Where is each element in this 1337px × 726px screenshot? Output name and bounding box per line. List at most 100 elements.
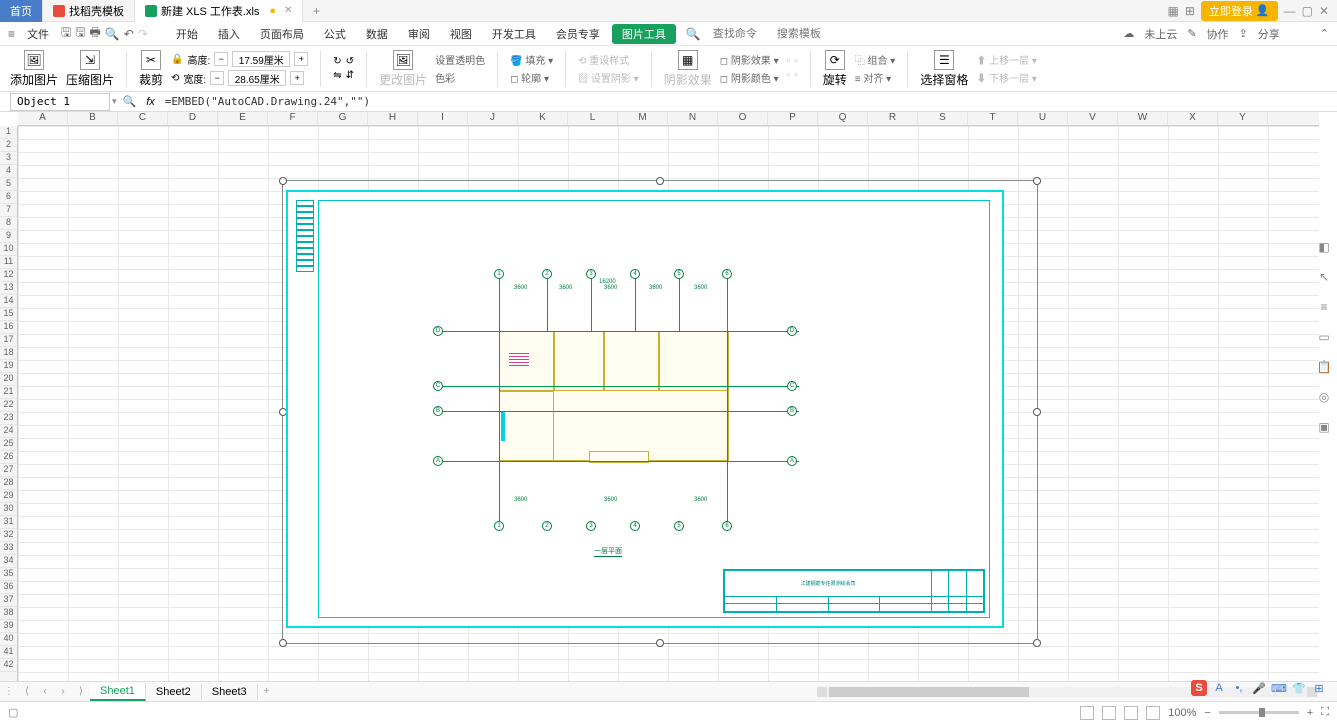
home-tab[interactable]: 首页 (0, 0, 43, 22)
close-tab-icon[interactable]: ✕ (284, 5, 292, 16)
col-header[interactable]: J (468, 112, 518, 125)
row-header[interactable]: 17 (0, 334, 17, 347)
print-icon[interactable]: 🖶 (89, 23, 100, 44)
status-icon[interactable]: ▢ (8, 706, 18, 719)
row-header[interactable]: 11 (0, 256, 17, 269)
ime-toolbar[interactable]: S A •, 🎤 ⌨ 👕 ⊞ (1191, 680, 1327, 696)
row-header[interactable]: 14 (0, 295, 17, 308)
zoom-thumb[interactable] (1259, 708, 1265, 717)
col-header[interactable]: C (118, 112, 168, 125)
menu-review[interactable]: 审阅 (400, 24, 438, 44)
scroll-thumb[interactable] (829, 687, 1029, 697)
col-header[interactable]: O (718, 112, 768, 125)
cad-drawing-object[interactable]: 1 2 3 4 5 6 1 2 3 4 5 6 D C B A D C B (286, 190, 1004, 628)
col-header[interactable]: E (218, 112, 268, 125)
reset-style-button[interactable]: ⟲ 重设样式 (578, 52, 639, 67)
view-read-icon[interactable] (1146, 706, 1160, 720)
zoom-slider[interactable] (1219, 711, 1299, 714)
col-header[interactable]: V (1068, 112, 1118, 125)
nudge-down-icon[interactable]: ▫ (794, 70, 798, 81)
maximize-icon[interactable]: ▢ (1302, 4, 1313, 18)
redo-icon[interactable]: ↷ (138, 27, 148, 41)
apps-icon[interactable]: ⊞ (1185, 4, 1195, 18)
row-header[interactable]: 27 (0, 464, 17, 477)
resize-se-handle[interactable] (1033, 639, 1041, 647)
zoom-in-icon[interactable]: + (1307, 707, 1313, 719)
add-image-button[interactable]: 🖼 添加图片 (10, 50, 58, 88)
combine-button[interactable]: ⿻ 组合 ▾ (855, 52, 896, 67)
row-header[interactable]: 8 (0, 217, 17, 230)
row-header[interactable]: 9 (0, 230, 17, 243)
row-header[interactable]: 23 (0, 412, 17, 425)
selection-pane-button[interactable]: ☰ 选择窗格 (920, 50, 968, 88)
col-header[interactable]: R (868, 112, 918, 125)
col-header[interactable]: L (568, 112, 618, 125)
col-header[interactable]: S (918, 112, 968, 125)
col-header[interactable]: D (168, 112, 218, 125)
menu-pictools[interactable]: 图片工具 (612, 24, 676, 44)
row-header[interactable]: 12 (0, 269, 17, 282)
undo-icon[interactable]: ↶ (124, 27, 134, 41)
row-header[interactable]: 26 (0, 451, 17, 464)
row-header[interactable]: 5 (0, 178, 17, 191)
cloud-icon[interactable]: ☁ (1123, 27, 1134, 40)
set-shadow-button[interactable]: ▨ 设置阴影 ▾ (578, 70, 639, 85)
row-header[interactable]: 4 (0, 165, 17, 178)
add-sheet-button[interactable]: + (258, 686, 276, 697)
namebox-dropdown-icon[interactable]: ▾ (112, 96, 117, 107)
transparency-button[interactable]: 设置透明色 (435, 52, 485, 67)
clipboard-panel-icon[interactable]: 📋 (1315, 358, 1333, 376)
shadow-color-button[interactable]: ◻ 阴影颜色 ▾ (720, 70, 779, 85)
lock-ratio-icon[interactable]: 🔒 (171, 54, 183, 65)
row-header[interactable]: 25 (0, 438, 17, 451)
save-icon[interactable]: 🖫 (61, 23, 71, 44)
height-dec[interactable]: − (214, 52, 228, 66)
col-header[interactable]: B (68, 112, 118, 125)
width-inc[interactable]: + (290, 71, 304, 85)
row-header[interactable]: 30 (0, 503, 17, 516)
menu-data[interactable]: 数据 (358, 24, 396, 44)
compress-button[interactable]: ⇲ 压缩图片 (66, 50, 114, 88)
outline-button[interactable]: ◻ 轮廓 ▾ (510, 70, 553, 85)
row-header[interactable]: 35 (0, 568, 17, 581)
search-icon[interactable]: 🔍 (686, 27, 701, 41)
row-header[interactable]: 15 (0, 308, 17, 321)
nudge-right-icon[interactable]: ▫ (794, 56, 798, 67)
rotate-cw-icon[interactable]: ↻ (333, 56, 341, 67)
col-header[interactable]: T (968, 112, 1018, 125)
rotate-ccw-icon[interactable]: ↺ (346, 56, 354, 67)
ime-lang-icon[interactable]: A (1211, 680, 1227, 696)
align-button[interactable]: ≡ 对齐 ▾ (855, 70, 896, 85)
row-header[interactable]: 21 (0, 386, 17, 399)
login-button[interactable]: 立即登录 👤 (1201, 1, 1278, 21)
row-header[interactable]: 38 (0, 607, 17, 620)
location-panel-icon[interactable]: ◎ (1315, 388, 1333, 406)
fx-icon[interactable]: fx (146, 96, 155, 108)
row-header[interactable]: 37 (0, 594, 17, 607)
resize-s-handle[interactable] (656, 639, 664, 647)
layer-up-button[interactable]: ⬆ 上移一层 ▾ (976, 52, 1037, 67)
sheet-next-icon[interactable]: › (54, 686, 72, 697)
effects-row-button[interactable]: ◻ 阴影效果 ▾ (720, 52, 779, 67)
row-header[interactable]: 42 (0, 659, 17, 672)
resize-e-handle[interactable] (1033, 408, 1041, 416)
menu-devtools[interactable]: 开发工具 (484, 24, 544, 44)
style-panel-icon[interactable]: ◧ (1315, 238, 1333, 256)
flip-v-icon[interactable]: ⇵ (346, 70, 354, 81)
view-break-icon[interactable] (1124, 706, 1138, 720)
row-header[interactable]: 39 (0, 620, 17, 633)
col-header[interactable]: Q (818, 112, 868, 125)
hamburger-icon[interactable]: ≡ (8, 27, 15, 41)
col-header[interactable]: W (1118, 112, 1168, 125)
help-panel-icon[interactable]: ▣ (1315, 418, 1333, 436)
sheet-tab-2[interactable]: Sheet2 (146, 684, 202, 700)
command-search-input[interactable] (705, 26, 765, 42)
fullscreen-icon[interactable]: ⛶ (1321, 706, 1329, 719)
col-header[interactable]: M (618, 112, 668, 125)
ime-keyboard-icon[interactable]: ⌨ (1271, 680, 1287, 696)
col-header[interactable]: A (18, 112, 68, 125)
property-panel-icon[interactable]: ▭ (1315, 328, 1333, 346)
col-header[interactable]: F (268, 112, 318, 125)
row-header[interactable]: 24 (0, 425, 17, 438)
row-header[interactable]: 33 (0, 542, 17, 555)
